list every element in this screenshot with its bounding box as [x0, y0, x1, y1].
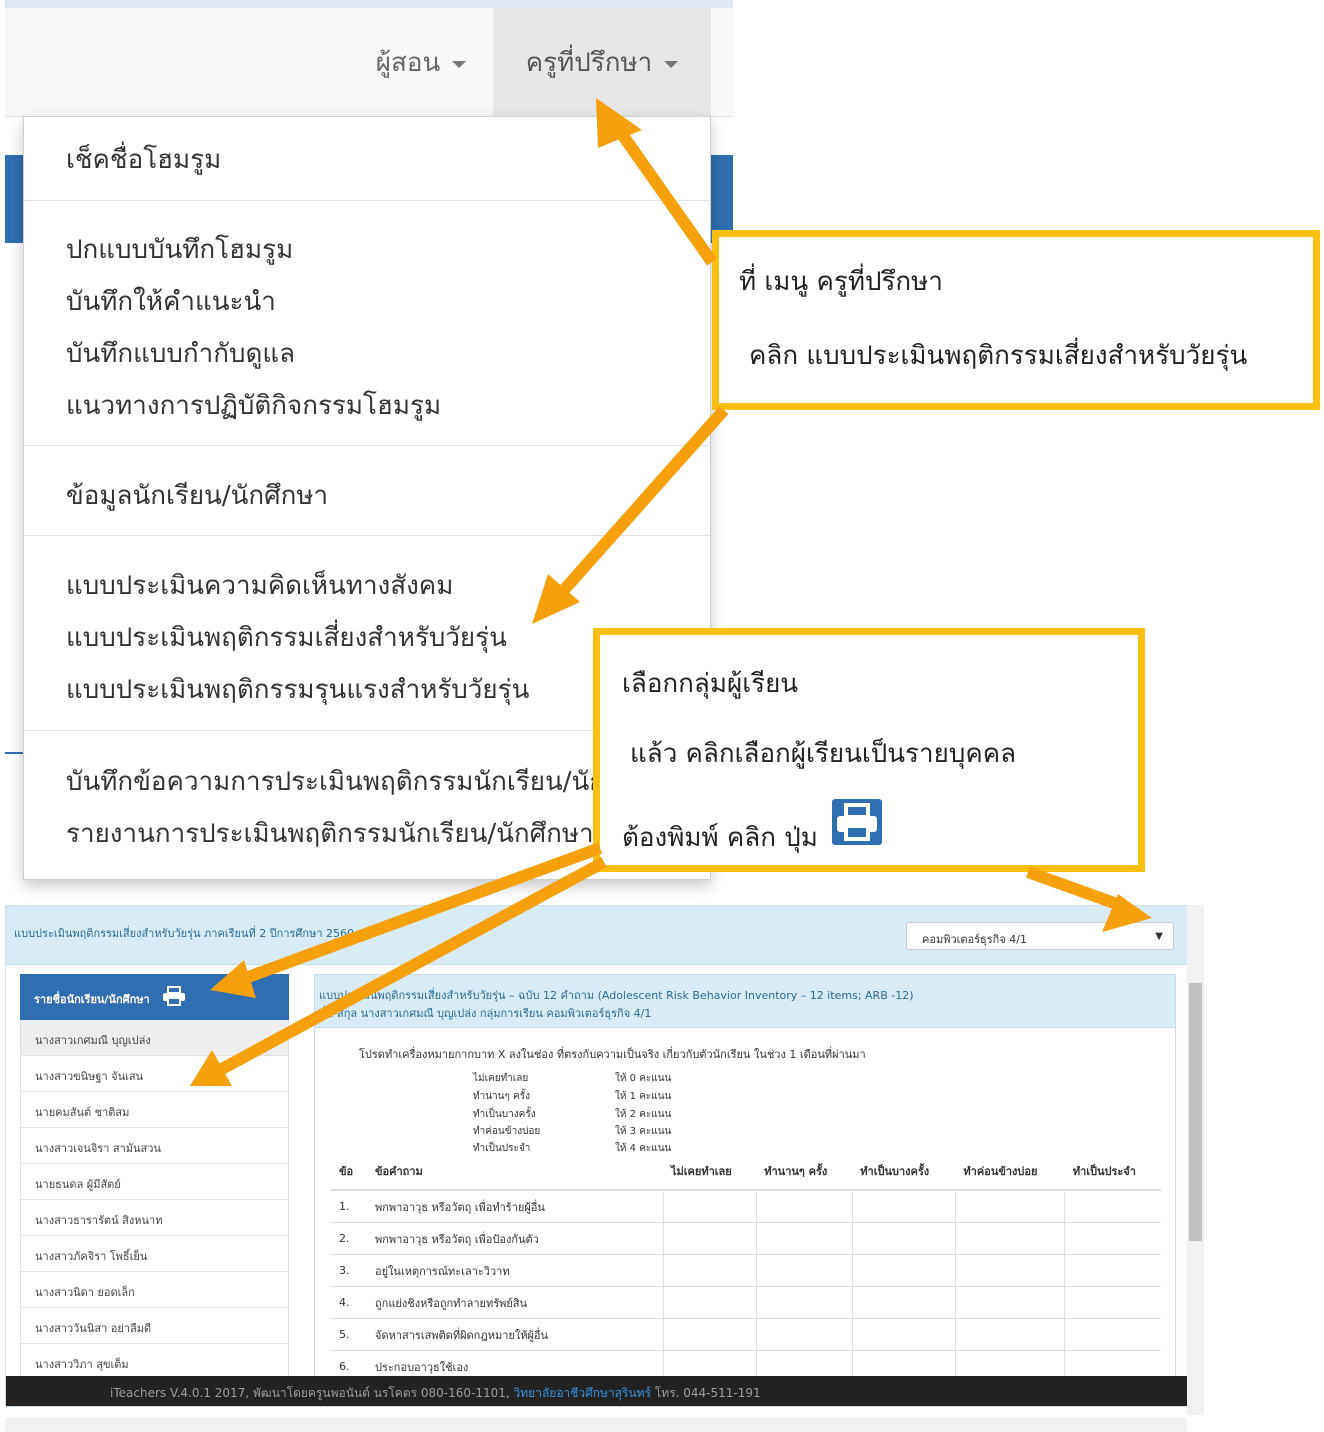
arrow-to-advisor-menu [607, 116, 717, 266]
annotation-arrows [190, 98, 1152, 1086]
arrowhead [596, 98, 642, 148]
arrow-to-risk-menu-item [550, 406, 729, 604]
arrow-to-class-select [1025, 866, 1131, 914]
arrowhead [210, 960, 256, 998]
